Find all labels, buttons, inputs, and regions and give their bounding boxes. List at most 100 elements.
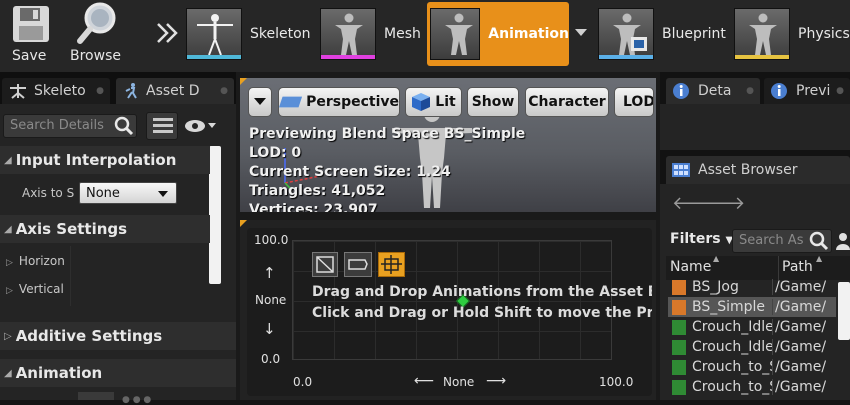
mode-accent-bar	[599, 55, 653, 59]
arrow-right-icon: ⟶	[486, 373, 507, 389]
reset-dot-icons[interactable]: ● ● ●	[122, 395, 151, 405]
collapse-triangle-icon: ◢	[4, 154, 12, 166]
x-min-label: 0.0	[293, 375, 313, 389]
asset-path: /Game/	[772, 339, 826, 355]
section-axis-settings[interactable]: ◢ Axis Settings	[0, 215, 210, 243]
tag-icon	[348, 259, 368, 270]
collapse-triangle-icon: ◢	[4, 367, 12, 379]
dropdown-arrow-icon[interactable]	[575, 29, 587, 37]
blueprint-thumbnail	[598, 8, 654, 60]
chevron-double-right-icon[interactable]	[155, 22, 179, 44]
triangulation-toggle-button[interactable]	[312, 252, 338, 277]
asset-path: /Game/	[772, 319, 826, 335]
section-animation[interactable]: ◢ Animation	[0, 359, 236, 387]
tab-asset-details[interactable]: Asset D ●	[116, 78, 234, 104]
close-tab-icon[interactable]: ●	[220, 86, 228, 96]
mode-skeleton-button[interactable]: Skeleton	[186, 3, 311, 65]
show-button[interactable]: Show	[467, 87, 519, 117]
view-options-button[interactable]	[146, 112, 178, 140]
column-header-path[interactable]: Path	[782, 259, 813, 275]
close-tab-icon[interactable]: ●	[746, 86, 754, 96]
lod-button[interactable]: LOD	[614, 87, 654, 117]
tab-skeleton-tree[interactable]: Skeleto ●	[2, 78, 110, 104]
skeleton-thumbnail	[186, 8, 242, 60]
arrow-down-icon: ↓	[263, 320, 276, 338]
button-label: LOD	[623, 94, 654, 110]
details-search-input[interactable]: Search Details	[3, 114, 137, 138]
search-placeholder: Search Details	[10, 118, 104, 133]
column-header-name[interactable]: Name	[670, 259, 711, 275]
button-label: Lit	[435, 94, 456, 110]
forward-arrow-icon[interactable]: 🡒	[697, 193, 745, 214]
search-icon	[114, 116, 134, 136]
section-title: Axis Settings	[15, 220, 128, 238]
details-scrollbar[interactable]	[209, 146, 221, 284]
mode-mesh-label: Mesh	[384, 26, 421, 42]
lod-text: LOD: 0	[249, 145, 302, 161]
y-axis-name: None	[255, 293, 287, 307]
expand-triangle-icon: ▷	[6, 286, 13, 296]
close-tab-icon[interactable]: ●	[96, 86, 104, 96]
label-toggle-button[interactable]	[344, 252, 372, 277]
details-panel-body	[660, 104, 850, 150]
browse-button[interactable]: Browse	[64, 0, 128, 72]
browse-label: Browse	[70, 48, 121, 64]
asset-name: Crouch_Idle	[692, 339, 772, 355]
physics-thumbnail	[734, 8, 790, 60]
tab-asset-browser[interactable]: Asset Browser	[666, 156, 850, 184]
expand-triangle-icon: ▷	[4, 330, 12, 342]
axis-to-scale-dropdown[interactable]: None	[79, 182, 177, 204]
asset-row-crouch-to-s-2[interactable]: Crouch_to_S /Game/	[668, 377, 836, 397]
asset-row-crouch-idle-2[interactable]: Crouch_Idle /Game/	[668, 337, 836, 357]
tab-preview-settings[interactable]: Previ ●	[764, 78, 850, 104]
asset-row-crouch-to-s[interactable]: Crouch_to_S /Game/	[668, 357, 836, 377]
grid-icon	[672, 163, 690, 177]
mode-physics-button[interactable]: Physics	[734, 3, 850, 65]
list-view-icon	[153, 118, 173, 133]
asset-list-scrollbar[interactable]	[838, 282, 850, 340]
section-title: Additive Settings	[15, 327, 163, 345]
asset-name: BS_Simple	[692, 299, 766, 315]
asset-row-bs-jog[interactable]: BS_Jog /Game/	[668, 277, 836, 297]
save-button[interactable]: Save	[4, 0, 54, 72]
horizontal-axis-row[interactable]: ▷ Horizon	[6, 254, 65, 268]
lit-button[interactable]: Lit	[405, 87, 462, 117]
triangles-text: Triangles: 41,052	[249, 183, 386, 199]
user-icon[interactable]	[836, 232, 850, 250]
section-input-interpolation[interactable]: ◢ Input Interpolation	[0, 146, 210, 174]
x-max-label: 100.0	[599, 375, 634, 389]
mesh-thumbnail	[320, 8, 376, 60]
previewing-text: Previewing Blend Space BS_Simple	[249, 126, 526, 142]
mode-skeleton-label: Skeleton	[250, 26, 311, 42]
filters-button[interactable]: Filters ▼	[670, 231, 733, 247]
axis-to-scale-label: Axis to S	[22, 186, 75, 200]
vertices-text: Vertices: 23,907	[249, 202, 378, 212]
character-button[interactable]: Character	[525, 87, 609, 117]
skeleton-tree-icon	[10, 84, 26, 99]
drag-drop-hint: Drag and Drop Animations from the Asset …	[312, 284, 652, 300]
close-tab-icon[interactable]: ●	[836, 86, 844, 96]
tab-label: Asset D	[146, 83, 200, 99]
asset-search-input[interactable]: Search As	[732, 229, 832, 253]
mode-accent-bar	[321, 55, 375, 59]
tab-details[interactable]: Deta ●	[666, 78, 760, 104]
mode-mesh-button[interactable]: Mesh	[320, 3, 421, 65]
viewport-options-button[interactable]	[248, 87, 272, 117]
fit-view-button[interactable]	[378, 252, 405, 277]
section-additive-settings[interactable]: ▷ Additive Settings	[0, 322, 236, 350]
asset-row-crouch-idle[interactable]: Crouch_Idle /Game/	[668, 317, 836, 337]
animation-row-field[interactable]	[78, 392, 114, 400]
vertical-axis-row[interactable]: ▷ Vertical	[6, 282, 64, 296]
mode-blueprint-button[interactable]: Blueprint	[598, 3, 726, 65]
info-icon	[771, 83, 787, 99]
y-min-label: 0.0	[261, 352, 281, 366]
animation-asset-icon	[672, 339, 686, 355]
asset-row-bs-simple[interactable]: BS_Simple /Game/	[668, 297, 836, 317]
row-label: Vertical	[18, 282, 64, 296]
asset-path: /Game/	[772, 279, 826, 295]
eye-icon[interactable]	[184, 117, 218, 135]
mode-animation-button[interactable]: Animation	[427, 2, 569, 66]
perspective-button[interactable]: Perspective	[278, 87, 400, 117]
magnifier-icon	[77, 2, 116, 44]
running-figure-icon	[125, 83, 137, 99]
